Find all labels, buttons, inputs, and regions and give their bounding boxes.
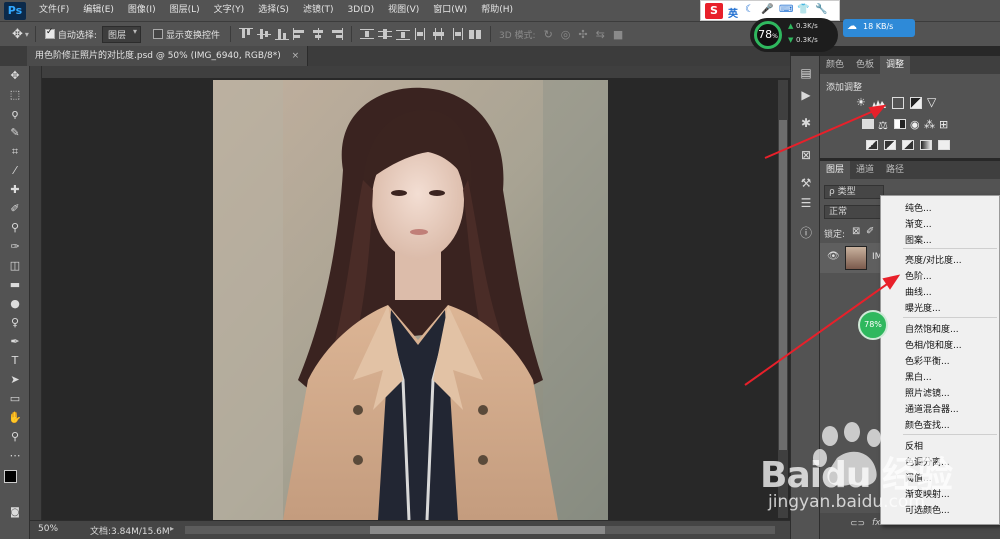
download-arrow-icon: ▼ [788,36,794,44]
baidu-jingyan-watermark: Baidu 经验 jingyan.baidu.com [752,418,1000,539]
skin-icon[interactable]: 👕 [797,4,809,15]
watermark-brand: Baidu 经验 [760,455,953,496]
download-speed: 0.3K/s [796,36,818,44]
net-usage-ring: 78% [754,21,782,49]
ime-language-toggle[interactable]: 英 [728,5,738,20]
upload-speed: 0.3K/s [796,22,818,30]
red-arrow-to-levels-icon [764,109,877,159]
microphone-icon[interactable]: 🎤 [761,4,773,15]
sogou-logo-icon[interactable]: S [705,3,723,19]
moon-icon[interactable]: ☾ [745,4,754,15]
floating-speed-ball[interactable]: 78% [858,310,888,340]
net-percent: 78 [758,28,773,41]
red-arrow-head [868,104,887,119]
net-percent-unit: % [772,33,778,40]
wrench-icon[interactable]: 🔧 [815,4,827,15]
cloud-speed: 18 KB/s [863,22,894,31]
cloud-speed-badge[interactable]: ☁ 18 KB/s [843,19,915,37]
keyboard-icon[interactable]: ⌨ [779,4,793,15]
upload-arrow-icon: ▲ [788,22,794,30]
cloud-icon: ☁ [847,21,857,32]
red-arrow-head [882,274,901,290]
watermark-url: jingyan.baidu.com [768,492,925,512]
network-monitor[interactable]: 78% ▲ 0.3K/s ▼ 0.3K/s [750,18,838,52]
